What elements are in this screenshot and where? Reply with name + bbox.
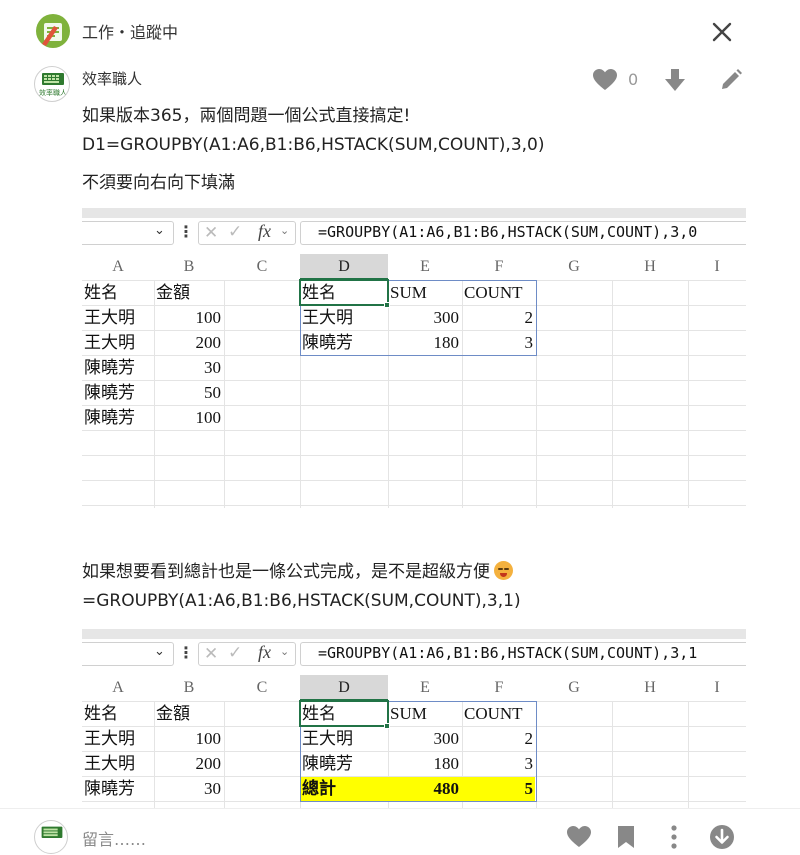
fill-handle[interactable] [384,302,390,308]
cell[interactable]: 30 [154,776,224,801]
grid-line [82,430,746,431]
cell[interactable]: 100 [154,405,224,430]
cell[interactable]: 陳曉芳 [82,380,154,405]
my-avatar[interactable] [34,820,68,854]
more-icon[interactable]: ⋮ [178,643,194,662]
post-header: 工作・追蹤中 [0,0,800,62]
grid-line [612,280,613,508]
avatar-text: 效率職人 [39,89,67,97]
cell[interactable]: 200 [154,330,224,355]
cell[interactable]: 100 [154,726,224,751]
column-header-c[interactable]: C [224,254,300,280]
cell[interactable]: 王大明 [82,330,154,355]
grid-line [224,701,225,808]
cell[interactable]: 陳曉芳 [82,405,154,430]
insert-function-icon[interactable]: fx [258,642,271,663]
cell[interactable]: 200 [154,751,224,776]
ribbon-edge [82,208,746,218]
post-text-line: 如果版本365，兩個問題一個公式直接搞定! [82,106,411,126]
cell[interactable]: 姓名 [82,280,154,305]
post-text-line: 不須要向右向下填滿 [82,173,235,193]
column-header-i[interactable]: I [688,254,746,280]
edit-icon[interactable] [718,67,744,93]
fill-handle[interactable] [384,723,390,729]
formula-bar: ⌄ ⋮ ✕ ✓ fx ⌄ =GROUPBY(A1:A6,B1:B6,HSTACK(SUM,C… [82,639,746,669]
cell[interactable]: 50 [154,380,224,405]
cell[interactable]: 王大明 [82,726,154,751]
column-header-i[interactable]: I [688,675,746,701]
active-cell-border[interactable] [299,279,389,306]
grid-line [82,480,746,481]
cell[interactable]: 金額 [154,701,224,726]
active-cell-border[interactable] [299,700,389,727]
board-icon[interactable] [36,14,70,48]
more-options-icon[interactable] [664,824,684,850]
grid-line [82,455,746,456]
scroll-down-icon[interactable] [708,823,736,851]
column-header-d[interactable]: D [300,675,388,701]
column-header-f[interactable]: F [462,254,536,280]
formula-text[interactable]: =GROUPBY(A1:A6,B1:B6,HSTACK(SUM,COUNT),3… [318,644,697,662]
confirm-icon[interactable]: ✓ [228,222,242,242]
insert-function-icon[interactable]: fx [258,221,271,242]
more-icon[interactable]: ⋮ [178,222,194,241]
bookmark-icon[interactable] [614,824,638,850]
column-header-h[interactable]: H [612,675,688,701]
column-header-a[interactable]: A [82,675,154,701]
column-header-c[interactable]: C [224,675,300,701]
cell[interactable]: 王大明 [82,751,154,776]
cancel-icon[interactable]: ✕ [204,223,218,243]
column-header-d[interactable]: D [300,254,388,280]
like-count: 0 [628,70,639,89]
downvote-icon[interactable] [662,67,688,93]
grid-line [688,701,689,808]
post-text-line: 如果想要看到總計也是一條公式完成，是不是超級方便 [82,557,513,582]
author-name[interactable]: 效率職人 [82,68,142,89]
cancel-icon[interactable]: ✕ [204,644,218,664]
chevron-down-icon[interactable]: ⌄ [280,645,289,658]
like-icon[interactable] [592,68,618,92]
chevron-down-icon[interactable]: ⌄ [154,223,165,238]
column-header-g[interactable]: G [536,254,612,280]
column-header-b[interactable]: B [154,675,224,701]
column-header-a[interactable]: A [82,254,154,280]
cell[interactable]: 陳曉芳 [82,355,154,380]
column-header-e[interactable]: E [388,254,462,280]
column-header-e[interactable]: E [388,675,462,701]
board-name[interactable]: 工作・追蹤中 [82,19,178,43]
cell[interactable]: 金額 [154,280,224,305]
excel-screenshot-2: ⌄ ⋮ ✕ ✓ fx ⌄ =GROUPBY(A1:A6,B1:B6,HSTACK(SUM,C… [82,629,746,808]
heart-icon[interactable] [566,825,592,849]
author-avatar[interactable]: 效率職人 [34,66,70,102]
formula-text[interactable]: =GROUPBY(A1:A6,B1:B6,HSTACK(SUM,COUNT),3… [318,223,697,241]
comment-input[interactable]: 留言…… [82,826,146,850]
post-text-line: =GROUPBY(A1:A6,B1:B6,HSTACK(SUM,COUNT),3… [82,591,521,611]
column-header-f[interactable]: F [462,675,536,701]
grid-line [688,280,689,508]
ribbon-edge [82,629,746,639]
chevron-down-icon[interactable]: ⌄ [280,224,289,237]
cell[interactable]: 王大明 [82,305,154,330]
grid-line [612,701,613,808]
post-text-line: D1=GROUPBY(A1:A6,B1:B6,HSTACK(SUM,COUNT)… [82,135,545,155]
confirm-icon[interactable]: ✓ [228,643,242,663]
cell[interactable]: 陳曉芳 [82,776,154,801]
formula-bar: ⌄ ⋮ ✕ ✓ fx ⌄ =GROUPBY(A1:A6,B1:B6,HSTACK(SUM,C… [82,218,746,248]
grid-line [82,505,746,506]
grid-line [224,280,225,508]
smile-emoji-icon [494,561,513,580]
column-header-g[interactable]: G [536,675,612,701]
column-header-b[interactable]: B [154,254,224,280]
cell[interactable]: 30 [154,355,224,380]
cell[interactable]: 100 [154,305,224,330]
close-icon[interactable] [708,18,736,46]
cell[interactable]: 姓名 [82,701,154,726]
chevron-down-icon[interactable]: ⌄ [154,644,165,659]
excel-screenshot-1: ⌄ ⋮ ✕ ✓ fx ⌄ =GROUPBY(A1:A6,B1:B6,HSTACK(SUM,C… [82,208,746,508]
column-header-h[interactable]: H [612,254,688,280]
